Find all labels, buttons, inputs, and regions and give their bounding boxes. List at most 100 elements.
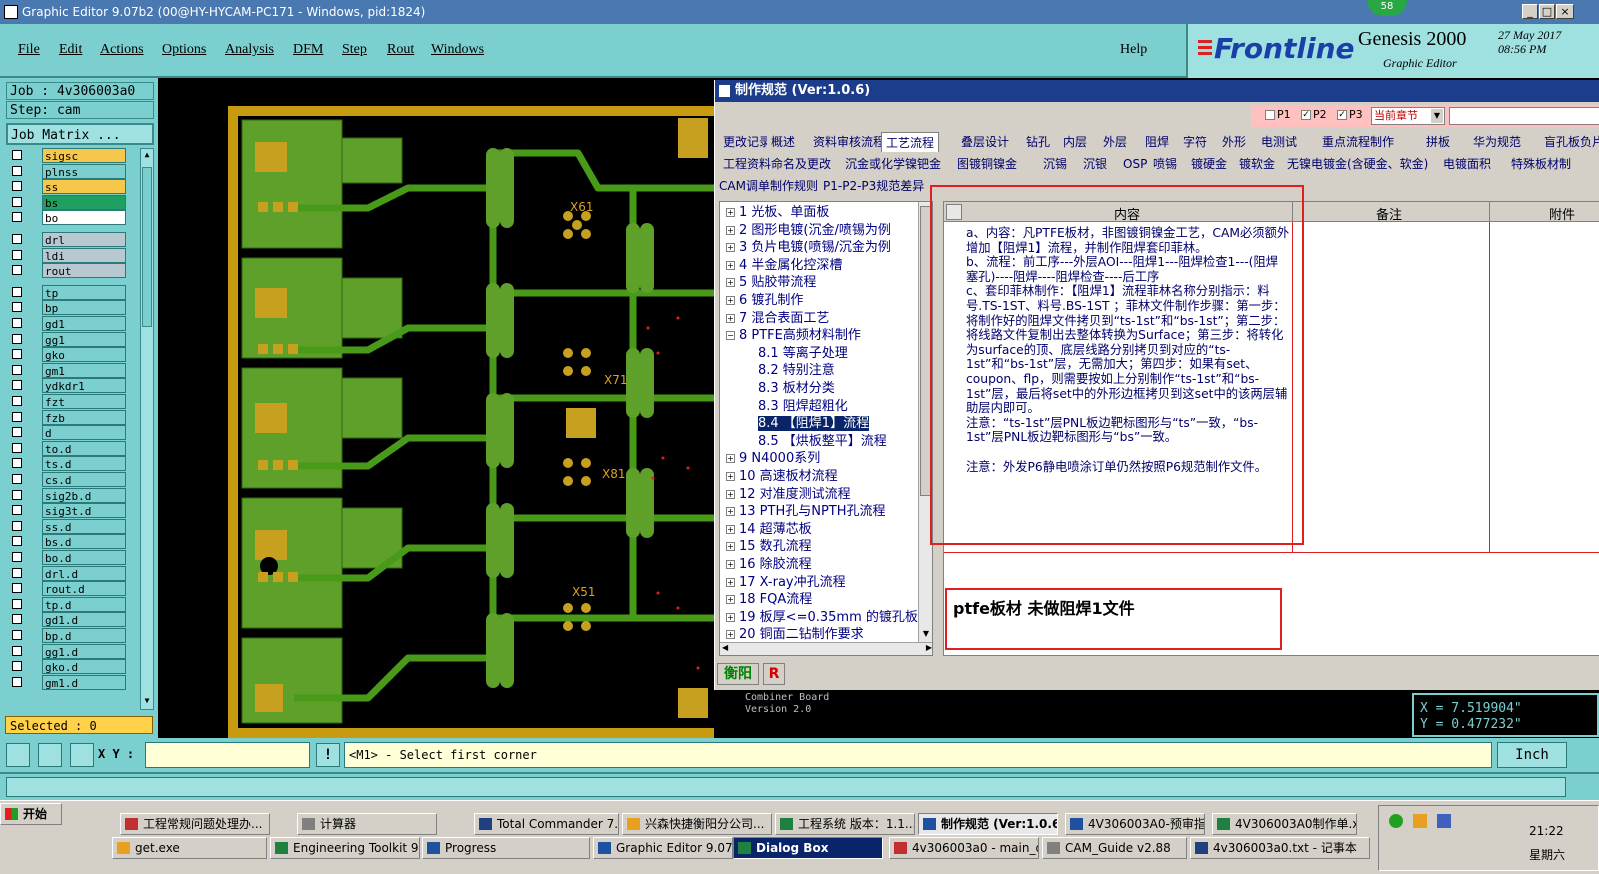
layer-name[interactable]: rout (42, 263, 126, 279)
tree-item[interactable]: +12 对准度测试流程 (726, 486, 851, 503)
layer-row[interactable]: ss (8, 179, 128, 195)
layer-checkbox[interactable] (12, 396, 22, 406)
layer-checkbox[interactable] (12, 150, 22, 160)
layer-row[interactable]: bs.d (8, 534, 128, 550)
tab-tabs_row2-8[interactable]: 镀软金 (1235, 154, 1280, 174)
layer-row[interactable]: gko (8, 347, 128, 363)
layer-name[interactable]: tp (42, 284, 126, 300)
tab-tabs_row2-10[interactable]: 电镀面积 (1439, 154, 1496, 174)
tree-item[interactable]: +5 贴胶带流程 (726, 274, 816, 291)
expand-icon[interactable]: − (726, 331, 735, 341)
layer-name[interactable]: plnss (42, 163, 126, 179)
layer-name[interactable]: ss.d (42, 518, 126, 534)
tree-subitem[interactable]: 8.3 阻焊超粗化 (758, 398, 848, 415)
tree-hscrollbar[interactable]: ◀ ▶ (720, 642, 932, 655)
layer-row[interactable]: fzb (8, 409, 128, 425)
layer-row[interactable]: rout.d (8, 581, 128, 597)
layer-row[interactable]: tp (8, 284, 128, 300)
tab-tabs_row2-3[interactable]: 沉锡 (1039, 154, 1072, 174)
taskbar-item[interactable]: Graphic Editor 9.07b2 (0... (593, 837, 733, 859)
unit-selector[interactable]: Inch (1497, 742, 1567, 768)
layer-checkbox[interactable] (12, 380, 22, 391)
layer-row[interactable]: drl (8, 232, 128, 247)
layer-checkbox[interactable] (12, 181, 22, 192)
tree-item[interactable]: +4 半金属化控深槽 (726, 257, 842, 274)
scroll-down-icon[interactable]: ▼ (142, 696, 152, 708)
layer-row[interactable]: gm1 (8, 362, 128, 378)
layer-name[interactable]: tp.d (42, 596, 126, 612)
menu-actions[interactable]: Actions (100, 42, 144, 58)
layer-checkbox[interactable] (12, 302, 22, 313)
tab-tabs_row2-11[interactable]: 特殊板材制 (1507, 154, 1576, 174)
layer-checkbox[interactable] (12, 196, 22, 207)
layer-checkbox[interactable] (12, 661, 22, 672)
tab-tabs_row1-1[interactable]: 概述 (767, 132, 800, 152)
grid-tool-icon[interactable] (70, 743, 94, 767)
layer-row[interactable]: ydkdr1 (8, 378, 128, 394)
layer-checkbox[interactable] (12, 536, 22, 547)
scroll-thumb[interactable] (142, 167, 152, 327)
menu-help[interactable]: Help (1120, 42, 1147, 58)
tab-tabs_row3-0[interactable]: CAM调单制作规则 (715, 176, 822, 196)
tab-tabs_row1-6[interactable]: 内层 (1059, 132, 1092, 152)
layer-checkbox[interactable] (12, 552, 22, 562)
layer-row[interactable]: plnss (8, 163, 128, 179)
tree-item[interactable]: +19 板厚<=0.35mm 的镀孔板 (726, 609, 918, 626)
layer-row[interactable]: sigsc (8, 148, 128, 163)
layer-name[interactable]: rout.d (42, 581, 126, 597)
layer-checkbox[interactable] (12, 249, 22, 260)
expand-icon[interactable]: + (726, 542, 735, 552)
tab-tabs_row1-9[interactable]: 字符 (1179, 132, 1212, 152)
layer-name[interactable]: gd1.d (42, 612, 126, 628)
search-input[interactable] (1449, 107, 1599, 125)
layer-row[interactable]: cs.d (8, 472, 128, 487)
layer-name[interactable]: gg1 (42, 331, 126, 347)
tree-subitem[interactable]: 8.1 等离子处理 (758, 345, 848, 362)
layer-name[interactable]: ts.d (42, 456, 126, 472)
layer-name[interactable]: d (42, 425, 126, 441)
layer-name[interactable]: bo.d (42, 550, 126, 565)
taskbar-item[interactable]: 4v306003a0.txt - 记事本 (1190, 837, 1370, 859)
layer-name[interactable]: fzt (42, 394, 126, 409)
layer-checkbox[interactable] (12, 630, 22, 640)
taskbar-item[interactable]: 4v306003a0 - main_qa (889, 837, 1039, 859)
tab-hengyang[interactable]: 衡阳 (717, 663, 759, 685)
measure-tool-icon[interactable] (6, 743, 30, 767)
network-icon[interactable] (1389, 814, 1403, 828)
layer-checkbox[interactable] (12, 349, 22, 360)
layer-checkbox[interactable] (12, 614, 22, 625)
layer-checkbox[interactable] (12, 645, 22, 656)
expand-icon[interactable]: + (726, 630, 735, 640)
layer-row[interactable]: gg1.d (8, 643, 128, 659)
layer-checkbox[interactable] (12, 567, 22, 578)
layer-checkbox[interactable] (12, 265, 22, 276)
tab-tabs_row1-11[interactable]: 电测试 (1257, 132, 1302, 152)
tree-item[interactable]: +14 超薄芯板 (726, 521, 812, 538)
layer-row[interactable]: ss.d (8, 518, 128, 534)
tree-subitem[interactable]: 8.2 特别注意 (758, 362, 835, 379)
scroll-left-icon[interactable]: ◀ (722, 643, 728, 652)
checkbox-p2[interactable]: ✓ (1301, 110, 1311, 120)
layer-name[interactable]: gg1.d (42, 643, 126, 659)
tree-item[interactable]: +10 高速板材流程 (726, 468, 838, 485)
tree-item[interactable]: +16 除胶流程 (726, 556, 812, 573)
tree-subitem[interactable]: 8.4 【阻焊1】流程 (758, 415, 870, 432)
tab-tabs_row2-7[interactable]: 镀硬金 (1187, 154, 1232, 174)
layer-row[interactable]: gd1.d (8, 612, 128, 628)
tree-item[interactable]: +1 光板、单面板 (726, 204, 829, 221)
layer-row[interactable]: bp.d (8, 628, 128, 643)
menu-dfm[interactable]: DFM (293, 42, 323, 58)
tree-item[interactable]: +3 负片电镀(喷锡/沉金为例 (726, 239, 891, 256)
layer-name[interactable]: bs (42, 194, 126, 210)
taskbar-item[interactable]: Engineering Toolkit 9.07... (270, 837, 420, 859)
tab-tabs_row2-5[interactable]: OSP (1119, 154, 1152, 174)
layer-checkbox[interactable] (12, 427, 22, 438)
layer-checkbox[interactable] (12, 212, 22, 223)
minimize-button[interactable]: _ (1522, 4, 1538, 19)
expand-icon[interactable]: + (726, 313, 735, 323)
header-remark[interactable]: 备注 (1376, 204, 1402, 223)
layer-row[interactable]: gd1 (8, 316, 128, 331)
expand-icon[interactable]: + (726, 296, 735, 305)
tree-subitem[interactable]: 8.5 【烘板整平】流程 (758, 433, 887, 450)
tab-tabs_row1-3[interactable]: 工艺流程 (881, 132, 940, 152)
